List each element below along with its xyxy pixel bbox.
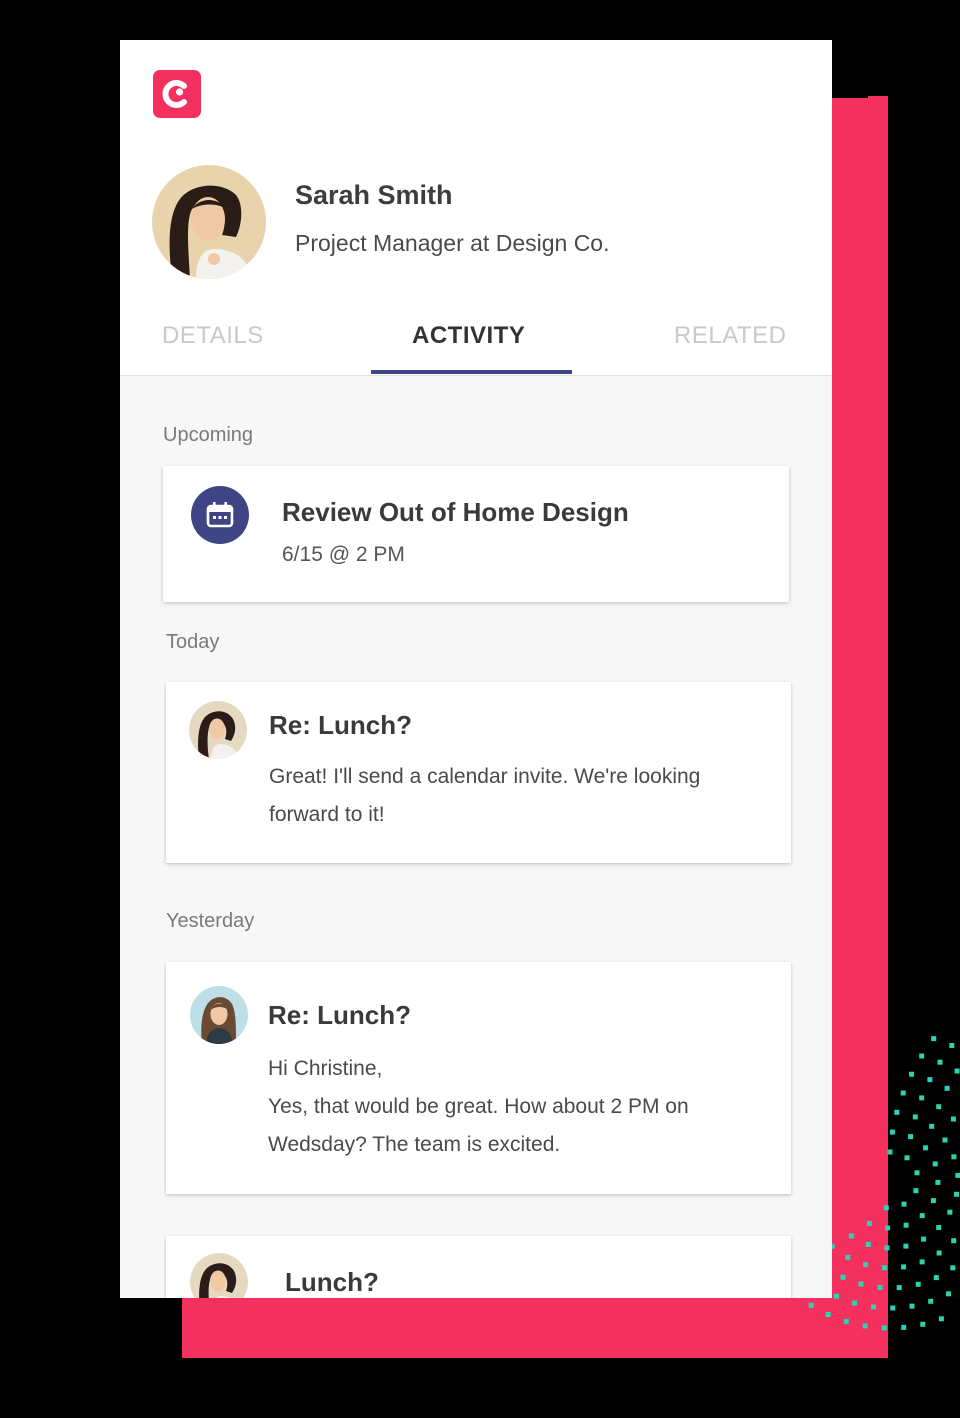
sender-photo-icon [190,986,248,1044]
message-title: Lunch? [285,1267,379,1297]
event-title: Review Out of Home Design [282,497,629,527]
profile-avatar[interactable] [152,165,266,279]
sender-photo-icon [190,1253,248,1298]
sender-avatar [190,986,248,1044]
active-tab-indicator [371,370,572,374]
sender-photo-icon [189,701,247,759]
message-title: Re: Lunch? [269,710,412,740]
event-time: 6/15 @ 2 PM [282,543,405,566]
section-label-yesterday: Yesterday [166,910,255,932]
message-body: Great! I'll send a calendar invite. We'r… [269,765,701,826]
message-greeting: Hi Christine, [268,1057,383,1080]
activity-feed: Upcoming Review Out of Home Design 6/15 … [120,376,832,1298]
message-body: Yes, that would be great. How about 2 PM… [268,1095,689,1156]
pink-backdrop-edge [868,96,888,102]
calendar-icon [191,486,249,544]
phone-screen: Sarah Smith Project Manager at Design Co… [120,40,832,1298]
sender-avatar [189,701,247,759]
app-logo[interactable] [153,70,201,118]
profile-role: Project Manager at Design Co. [295,230,610,256]
upcoming-event-card[interactable]: Review Out of Home Design 6/15 @ 2 PM [163,466,789,602]
tab-details[interactable]: DETAILS [162,322,264,350]
tab-related[interactable]: RELATED [674,322,786,350]
message-title: Re: Lunch? [268,1000,411,1030]
section-label-upcoming: Upcoming [163,424,254,446]
profile-header: Sarah Smith Project Manager at Design Co… [120,40,832,376]
yesterday-message-card[interactable]: Re: Lunch? Hi Christine, Yes, that would… [166,962,791,1194]
profile-name: Sarah Smith [295,180,453,210]
stage: Sarah Smith Project Manager at Design Co… [0,0,960,1418]
tab-activity[interactable]: ACTIVITY [412,322,525,350]
earlier-message-card[interactable]: Lunch? [166,1236,791,1298]
section-label-today: Today [166,631,220,653]
sender-avatar [190,1253,248,1298]
today-message-card[interactable]: Re: Lunch? Great! I'll send a calendar i… [166,682,791,863]
logo-glyph-icon [162,80,187,108]
profile-photo-icon [152,165,266,279]
